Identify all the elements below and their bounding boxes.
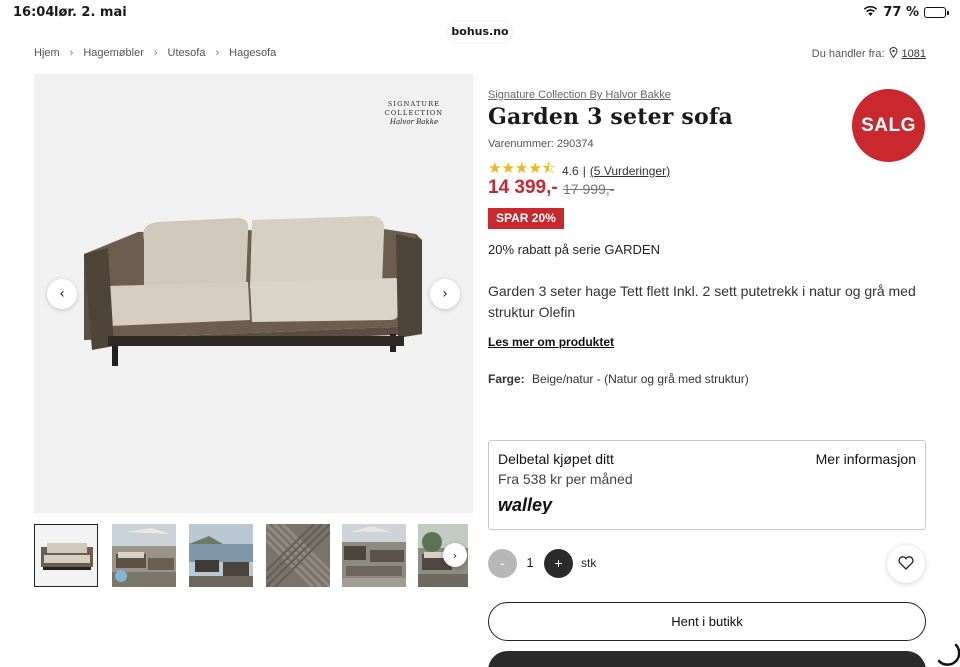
pickup-in-store-button[interactable]: Hent i butikk xyxy=(488,602,926,641)
status-time: 16:04 xyxy=(13,5,55,20)
logo-line-2: COLLECTION xyxy=(384,109,444,117)
wifi-icon xyxy=(863,5,878,20)
thumbnail-3[interactable] xyxy=(189,524,253,587)
read-more-link[interactable]: Les mer om produktet xyxy=(488,335,614,349)
breadcrumb-item-hagesofa[interactable]: Hagesofa xyxy=(229,47,276,59)
quantity-unit: stk xyxy=(581,556,597,570)
store-link[interactable]: 1081 xyxy=(902,48,926,60)
battery-icon xyxy=(924,7,949,18)
chevron-right-icon: › xyxy=(215,47,220,59)
financing-more-info-link[interactable]: Mer informasjon xyxy=(816,451,916,467)
logo-signature: Halvor Bakke xyxy=(389,118,439,126)
walley-logo: walley xyxy=(498,496,553,514)
battery-percent: 77 % xyxy=(883,5,919,20)
chevron-right-icon: › xyxy=(69,47,74,59)
thumbnail-4[interactable] xyxy=(266,524,330,587)
store-location: Du handler fra: 1081 xyxy=(812,47,926,61)
rating-value: 4.6 xyxy=(562,163,579,178)
wishlist-button[interactable] xyxy=(887,545,925,583)
product-title: Garden 3 seter sofa xyxy=(488,104,734,130)
price-current: 14 399,- xyxy=(488,177,558,198)
heart-icon xyxy=(898,555,914,574)
brand-link[interactable]: Signature Collection By Halvor Bakke xyxy=(488,89,671,101)
url-bar[interactable]: bohus.no xyxy=(448,22,512,42)
store-location-label: Du handler fra: xyxy=(811,48,885,60)
walley-logo-text: walley xyxy=(498,496,553,514)
product-image-sofa xyxy=(84,216,422,366)
gallery-prev-button[interactable]: ‹ xyxy=(47,279,77,309)
breadcrumb-item-hjem[interactable]: Hjem xyxy=(34,47,60,59)
color-info: Farge: Beige/natur - (Natur og grå med s… xyxy=(488,372,749,386)
product-image-gallery[interactable]: SIGNATURE COLLECTION Halvor Bakke ‹ › xyxy=(34,74,473,513)
financing-box: Delbetal kjøpet ditt Mer informasjon Fra… xyxy=(488,440,926,530)
location-pin-icon xyxy=(889,47,898,61)
quantity-value[interactable]: 1 xyxy=(517,555,543,570)
quantity-increase-button[interactable]: + xyxy=(544,549,573,578)
status-indicators: 77 % xyxy=(863,5,949,20)
add-to-cart-button[interactable] xyxy=(488,651,926,667)
thumbnail-2[interactable] xyxy=(112,524,176,587)
thumbnail-next-button[interactable]: › xyxy=(443,543,467,567)
thumbnail-1[interactable] xyxy=(34,524,98,587)
financing-title: Delbetal kjøpet ditt xyxy=(498,451,614,467)
price-original: 17 999,- xyxy=(563,181,615,197)
logo-line-1: SIGNATURE xyxy=(387,100,441,108)
chevron-left-icon: ‹ xyxy=(59,286,65,302)
color-label: Farge: xyxy=(488,372,525,386)
loading-spinner-icon xyxy=(937,643,960,666)
color-value: Beige/natur - (Natur og grå med struktur… xyxy=(532,372,749,386)
product-description: Garden 3 seter hage Tett flett Inkl. 2 s… xyxy=(488,283,916,320)
gallery-next-button[interactable]: › xyxy=(430,279,460,309)
breadcrumb: Hjem › Hagemøbler › Utesofa › Hagesofa xyxy=(34,47,276,59)
status-date: lør. 2. mai xyxy=(54,5,127,20)
product-sku: Varenummer: 290374 xyxy=(488,138,594,150)
discount-tag: SPAR 20% xyxy=(488,208,564,229)
thumbnail-strip xyxy=(34,524,468,588)
chevron-right-icon: › xyxy=(442,286,448,302)
thumbnail-5[interactable] xyxy=(342,524,406,587)
chevron-right-icon: › xyxy=(153,47,158,59)
breadcrumb-item-utesofa[interactable]: Utesofa xyxy=(168,47,206,59)
sale-badge: SALG xyxy=(852,89,925,162)
chevron-right-icon: › xyxy=(452,548,458,562)
breadcrumb-item-hagemobler[interactable]: Hagemøbler xyxy=(83,47,144,59)
reviews-link[interactable]: (5 Vurderinger) xyxy=(590,164,670,178)
quantity-decrease-button[interactable]: - xyxy=(488,549,517,578)
financing-monthly: Fra 538 kr per måned xyxy=(498,471,633,487)
rating-separator: | xyxy=(582,163,586,178)
campaign-text: 20% rabatt på serie GARDEN xyxy=(488,242,660,257)
signature-collection-logo: SIGNATURE COLLECTION Halvor Bakke xyxy=(382,100,446,127)
